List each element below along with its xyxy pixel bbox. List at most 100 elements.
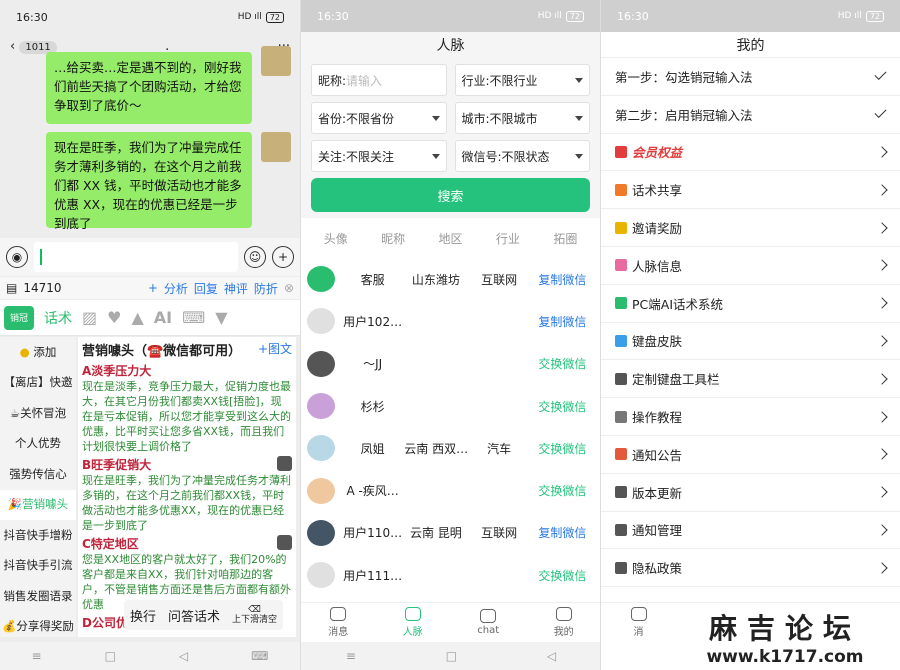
home-nav-icon[interactable]: □ xyxy=(105,649,116,663)
swap-wechat-button[interactable]: 交换微信 xyxy=(531,398,594,415)
check-icon xyxy=(874,68,887,81)
follow-select[interactable]: 关注:不限关注 xyxy=(311,140,447,172)
category-item[interactable]: 销售发圈语录 xyxy=(0,581,76,612)
image-icon[interactable]: ▨ xyxy=(82,308,97,327)
province-select[interactable]: 省份:不限省份 xyxy=(311,102,447,134)
nickname-field[interactable]: 昵称:请输入 xyxy=(311,64,447,96)
avatar[interactable] xyxy=(307,350,335,377)
menu-item[interactable]: 第二步：启用销冠输入法 xyxy=(601,96,900,134)
add-image-text-button[interactable]: +图文 xyxy=(258,340,292,359)
graduation-cap-icon[interactable]: ▲ xyxy=(131,308,143,327)
tab-me[interactable]: 我的 xyxy=(554,607,574,638)
avatar[interactable] xyxy=(307,562,335,589)
back-nav-icon[interactable]: ◁ xyxy=(179,649,188,663)
category-item[interactable]: 个人优势 xyxy=(0,429,76,460)
menu-item-text: 人脉信息 xyxy=(632,258,683,274)
swap-wechat-button[interactable]: 交换微信 xyxy=(531,440,594,457)
menu-item[interactable]: 隐私政策 xyxy=(601,549,900,588)
menu-item-label: 操作教程 xyxy=(615,407,682,426)
qa-script-button[interactable]: 问答话术 xyxy=(168,606,220,625)
copy-icon[interactable] xyxy=(277,535,292,550)
emoji-icon[interactable]: ☺ xyxy=(244,246,266,268)
category-add[interactable]: ● 添加 xyxy=(0,337,76,368)
copy-icon[interactable] xyxy=(277,456,292,471)
scripts-tab[interactable]: 话术 xyxy=(44,308,72,328)
script-item-title[interactable]: C特定地区 xyxy=(82,535,292,552)
voice-icon[interactable]: ◉ xyxy=(6,246,28,268)
comment-button[interactable]: 神评 xyxy=(224,280,248,297)
menu-item[interactable]: 定制键盘工具栏 xyxy=(601,360,900,399)
swap-wechat-button[interactable]: 交换微信 xyxy=(531,355,594,372)
message-bubble[interactable]: …给买卖…定是遇不到的，刚好我们前些天搞了个团购活动，才给您争取到了底价～ xyxy=(46,52,252,124)
tab-chat[interactable]: chat xyxy=(477,609,499,636)
menu-item[interactable]: 版本更新 xyxy=(601,474,900,512)
category-item[interactable]: 抖音快手增粉 xyxy=(0,520,76,551)
search-button[interactable]: 搜索 xyxy=(311,178,590,212)
copy-wechat-button[interactable]: 复制微信 xyxy=(531,313,594,330)
reply-button[interactable]: 回复 xyxy=(194,280,218,297)
home-nav-icon[interactable]: □ xyxy=(446,649,457,663)
copy-wechat-button[interactable]: 复制微信 xyxy=(531,524,594,541)
menu-item[interactable]: 邀请奖励 xyxy=(601,209,900,247)
wechat-status-select[interactable]: 微信号:不限状态 xyxy=(454,140,590,172)
analyze-button[interactable]: 分析 xyxy=(164,280,188,297)
menu-item[interactable]: 通知公告 xyxy=(601,436,900,474)
script-item-title[interactable]: A淡季压力大 xyxy=(82,362,292,379)
menu-item[interactable]: 通知管理 xyxy=(601,512,900,550)
message-bubble[interactable]: 现在是旺季，我们为了冲量完成任务才薄利多销的，在这个月之前我们都 XX 钱，平时… xyxy=(46,132,252,231)
menu-item[interactable]: 第一步：勾选销冠输入法 xyxy=(601,58,900,96)
category-item[interactable]: 💰分享得奖励 xyxy=(0,612,76,643)
message-input[interactable] xyxy=(34,242,238,272)
category-item[interactable]: 【离店】快邀 xyxy=(0,368,76,399)
keyboard-hide-icon[interactable]: ⌨ xyxy=(251,649,268,663)
heart-icon[interactable]: ♥ xyxy=(107,308,121,327)
category-item[interactable]: 强势传信心 xyxy=(0,459,76,490)
category-item-active[interactable]: 🎉营销噱头 xyxy=(0,489,76,520)
category-item[interactable]: 抖音快手引流 xyxy=(0,551,76,582)
menu-item[interactable]: 会员权益 xyxy=(601,134,900,172)
menu-item[interactable]: 键盘皮肤 xyxy=(601,323,900,361)
menu-nav-icon[interactable]: ≡ xyxy=(346,649,356,663)
script-item-body[interactable]: 现在是旺季，我们为了冲量完成任务才薄利多销的，在这个月之前我们都XX钱，平时做活… xyxy=(82,473,292,533)
avatar[interactable] xyxy=(307,308,335,335)
swap-wechat-button[interactable]: 交换微信 xyxy=(531,482,594,499)
menu-item[interactable]: 话术共享 xyxy=(601,171,900,210)
script-item-body[interactable]: 现在是淡季，竞争压力最大，促销力度也最大，在其它月份我们都卖XX钱[捂脸]，现在… xyxy=(82,379,292,454)
industry-select[interactable]: 行业:不限行业 xyxy=(454,64,590,96)
ai-icon[interactable]: AI xyxy=(154,308,172,327)
avatar[interactable] xyxy=(307,393,335,420)
script-item-title[interactable]: B旺季促销大 xyxy=(82,456,292,473)
keyboard-icon[interactable]: ⌨ xyxy=(182,308,205,327)
back-nav-icon[interactable]: ◁ xyxy=(547,649,556,663)
collapse-icon[interactable]: ▼ xyxy=(215,308,227,327)
clear-button[interactable]: ⌫ 上下滑清空 xyxy=(232,605,277,625)
avatar[interactable] xyxy=(307,477,335,504)
city-select[interactable]: 城市:不限城市 xyxy=(454,102,590,134)
add-icon[interactable]: + xyxy=(148,281,158,295)
tab-contacts[interactable]: 人脉 xyxy=(403,607,423,638)
plus-icon[interactable]: + xyxy=(272,246,294,268)
avatar[interactable] xyxy=(307,519,335,546)
avatar[interactable] xyxy=(307,266,335,293)
status-time: 16:30 xyxy=(617,9,649,23)
industry-cell: 互联网 xyxy=(481,526,518,541)
doc-icon[interactable]: ▤ xyxy=(6,281,17,295)
menu-item[interactable]: PC端AI话术系统 xyxy=(601,285,900,323)
anti-fold-button[interactable]: 防折 xyxy=(254,280,278,297)
chevron-down-icon xyxy=(575,153,583,159)
tab-messages[interactable]: 消息 xyxy=(328,607,348,638)
menu-nav-icon[interactable]: ≡ xyxy=(32,649,42,663)
close-icon[interactable]: ⊗ xyxy=(284,281,294,295)
avatar[interactable] xyxy=(261,132,291,162)
copy-wechat-button[interactable]: 复制微信 xyxy=(531,271,594,288)
app-logo[interactable]: 销冠 xyxy=(4,305,34,330)
swap-wechat-button[interactable]: 交换微信 xyxy=(531,567,594,584)
category-item[interactable]: ☕关怀冒泡 xyxy=(0,398,76,429)
avatar[interactable] xyxy=(307,435,335,462)
menu-item[interactable]: 人脉信息 xyxy=(601,247,900,285)
newline-button[interactable]: 换行 xyxy=(130,606,156,625)
menu-item[interactable]: 操作教程 xyxy=(601,398,900,436)
tab-messages[interactable]: 消 xyxy=(630,607,647,638)
avatar[interactable] xyxy=(261,46,291,76)
menu-item-text: 通知管理 xyxy=(632,523,683,539)
